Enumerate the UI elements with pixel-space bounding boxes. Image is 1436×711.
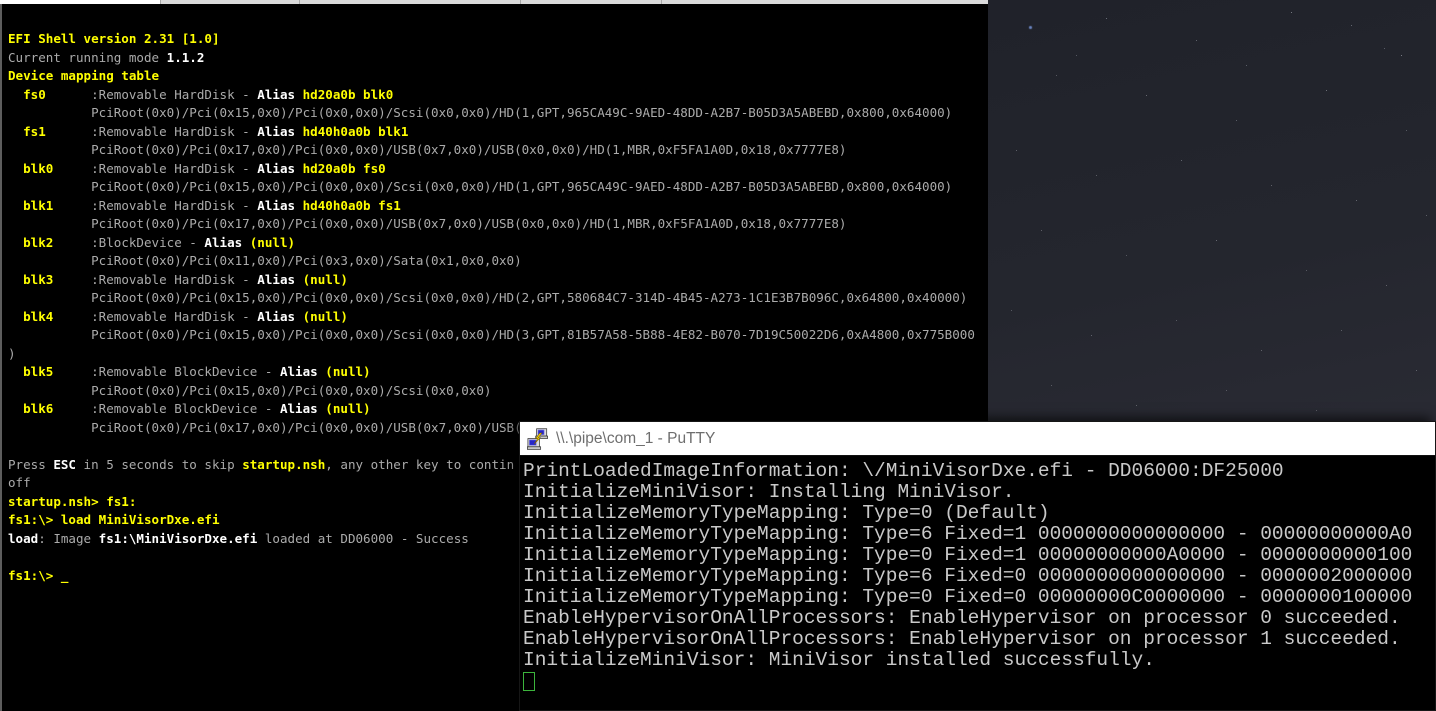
efi-terminal-line: blk6 :Removable BlockDevice - Alias (nul… (8, 400, 988, 419)
efi-terminal-line: PciRoot(0x0)/Pci(0x17,0x0)/Pci(0x0,0x0)/… (8, 215, 988, 234)
efi-terminal-line: PciRoot(0x0)/Pci(0x11,0x0)/Pci(0x3,0x0)/… (8, 252, 988, 271)
putty-cursor-line (523, 671, 1435, 692)
efi-terminal-line: blk5 :Removable BlockDevice - Alias (nul… (8, 363, 988, 382)
efi-terminal-line: PciRoot(0x0)/Pci(0x15,0x0)/Pci(0x0,0x0)/… (8, 104, 988, 123)
putty-terminal-line: InitializeMemoryTypeMapping: Type=6 Fixe… (523, 566, 1435, 587)
putty-window-title: \\.\pipe\com_1 - PuTTY (556, 430, 715, 448)
putty-terminal-line: InitializeMiniVisor: Installing MiniViso… (523, 482, 1435, 503)
putty-terminal-line: InitializeMemoryTypeMapping: Type=0 Fixe… (523, 587, 1435, 608)
putty-terminal[interactable]: PrintLoadedImageInformation: \/MiniVisor… (520, 456, 1435, 692)
efi-terminal-line: ) (8, 345, 988, 364)
efi-terminal-line: blk4 :Removable HardDisk - Alias (null) (8, 308, 988, 327)
efi-terminal-line: PciRoot(0x0)/Pci(0x15,0x0)/Pci(0x0,0x0)/… (8, 326, 988, 345)
putty-icon[interactable] (527, 427, 549, 451)
efi-terminal-line: blk2 :BlockDevice - Alias (null) (8, 234, 988, 253)
putty-window: \\.\pipe\com_1 - PuTTY PrintLoadedImageI… (519, 421, 1436, 711)
efi-terminal-line: fs1 :Removable HardDisk - Alias hd40h0a0… (8, 123, 988, 142)
efi-terminal-line: Current running mode 1.1.2 (8, 49, 988, 68)
terminal-cursor (523, 672, 535, 691)
efi-terminal-line: PciRoot(0x0)/Pci(0x15,0x0)/Pci(0x0,0x0)/… (8, 178, 988, 197)
efi-terminal-line: PciRoot(0x0)/Pci(0x15,0x0)/Pci(0x0,0x0)/… (8, 382, 988, 401)
putty-terminal-line: InitializeMemoryTypeMapping: Type=0 Fixe… (523, 545, 1435, 566)
efi-terminal-line: PciRoot(0x0)/Pci(0x17,0x0)/Pci(0x0,0x0)/… (8, 141, 988, 160)
efi-terminal-line: Device mapping table (8, 67, 988, 86)
putty-titlebar[interactable]: \\.\pipe\com_1 - PuTTY (520, 422, 1435, 456)
efi-terminal-line: blk3 :Removable HardDisk - Alias (null) (8, 271, 988, 290)
putty-terminal-line: EnableHypervisorOnAllProcessors: EnableH… (523, 608, 1435, 629)
efi-terminal-line: fs0 :Removable HardDisk - Alias hd20a0b … (8, 86, 988, 105)
efi-terminal-line: blk0 :Removable HardDisk - Alias hd20a0b… (8, 160, 988, 179)
putty-terminal-line: InitializeMemoryTypeMapping: Type=6 Fixe… (523, 524, 1435, 545)
efi-terminal-line: PciRoot(0x0)/Pci(0x15,0x0)/Pci(0x0,0x0)/… (8, 289, 988, 308)
putty-terminal-line: EnableHypervisorOnAllProcessors: EnableH… (523, 629, 1435, 650)
putty-terminal-line: InitializeMiniVisor: MiniVisor installed… (523, 650, 1435, 671)
putty-terminal-line: InitializeMemoryTypeMapping: Type=0 (Def… (523, 503, 1435, 524)
putty-terminal-line: PrintLoadedImageInformation: \/MiniVisor… (523, 461, 1435, 482)
efi-terminal-line: EFI Shell version 2.31 [1.0] (8, 30, 988, 49)
efi-terminal-line: blk1 :Removable HardDisk - Alias hd40h0a… (8, 197, 988, 216)
